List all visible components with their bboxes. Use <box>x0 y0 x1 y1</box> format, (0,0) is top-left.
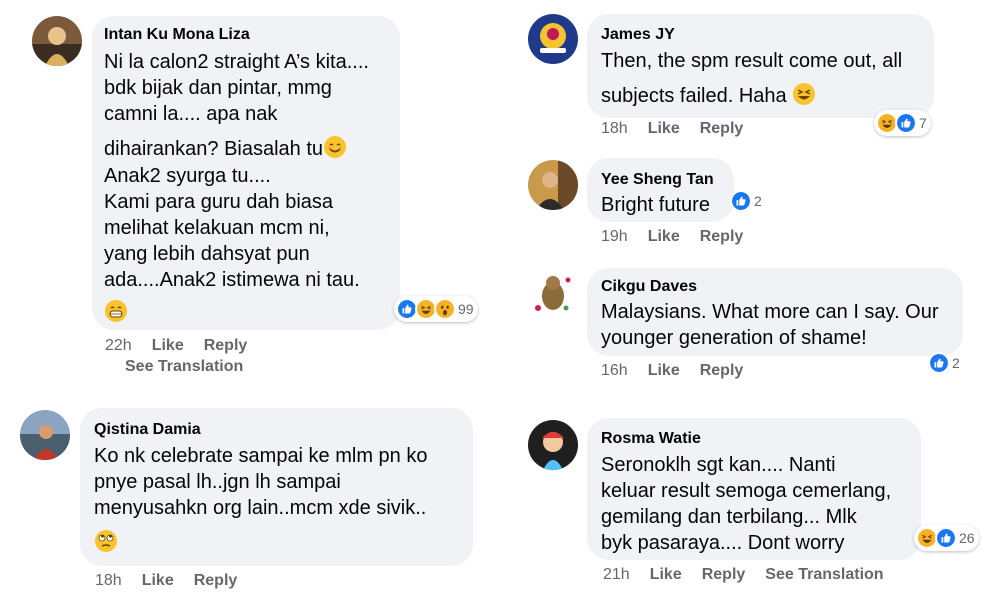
comment-line: Kami para guru dah biasa <box>104 191 334 213</box>
comment-line: Ko nk celebrate sampai ke mlm pn ko <box>94 445 428 467</box>
comment-line: Malaysians. What more can I say. Our <box>601 301 939 323</box>
comment-bubble: Qistina Damia Ko nk celebrate sampai ke … <box>80 408 473 566</box>
avatar[interactable] <box>528 420 578 470</box>
comment-text: Seronoklh sgt kan.... Nanti keluar resul… <box>601 452 891 556</box>
like-reaction-icon <box>895 112 917 134</box>
comment-line: younger generation of shame! <box>601 327 867 349</box>
reply-button[interactable]: Reply <box>194 572 238 589</box>
author-name[interactable]: Qistina Damia <box>94 421 201 439</box>
comment-line: keluar result semoga cemerlang, <box>601 480 892 502</box>
comment-line <box>104 299 369 325</box>
comment-line-text: dihairankan? Biasalah tu <box>104 138 324 160</box>
comment-line: Anak2 syurga tu.... <box>104 165 271 187</box>
like-button[interactable]: Like <box>648 362 680 379</box>
like-button[interactable]: Like <box>650 566 682 583</box>
comment-actions: 18h Like Reply <box>601 120 763 138</box>
author-name[interactable]: James JY <box>601 26 675 44</box>
smiling-face-icon <box>323 135 347 159</box>
reaction-summary[interactable]: 99 <box>394 296 478 322</box>
like-button[interactable]: Like <box>648 228 680 245</box>
comment-text: Malaysians. What more can I say. Our you… <box>601 299 939 351</box>
comment-actions: 18h Like Reply <box>95 572 257 590</box>
reply-button[interactable]: Reply <box>204 337 248 354</box>
laughing-face-icon <box>792 82 816 106</box>
avatar[interactable] <box>20 410 70 460</box>
reply-button[interactable]: Reply <box>700 228 744 245</box>
author-name[interactable]: Yee Sheng Tan <box>601 171 714 189</box>
reaction-count: 7 <box>919 115 927 131</box>
like-button[interactable]: Like <box>152 337 184 354</box>
avatar[interactable] <box>528 14 578 64</box>
timestamp[interactable]: 19h <box>601 228 628 245</box>
comment-line: yang lebih dahsyat pun <box>104 243 310 265</box>
timestamp[interactable]: 18h <box>95 572 122 589</box>
comment-line: Ni la calon2 straight A’s kita.... <box>104 51 369 73</box>
comment-line: Seronoklh sgt kan.... Nanti <box>601 454 836 476</box>
like-reaction-icon <box>928 352 950 374</box>
comment-bubble: Rosma Watie Seronoklh sgt kan.... Nanti … <box>587 418 921 560</box>
comment-bubble: Yee Sheng Tan Bright future <box>587 158 734 222</box>
reaction-summary[interactable]: 2 <box>926 350 964 376</box>
comment-line: Then, the spm result come out, all <box>601 50 903 72</box>
comment-line <box>94 529 428 555</box>
grinning-face-icon <box>104 299 128 323</box>
reaction-summary[interactable]: 2 <box>728 188 766 214</box>
rolling-eyes-icon <box>94 529 118 553</box>
comment-line: camni la.... apa nak <box>104 103 278 125</box>
like-reaction-icon <box>935 527 957 549</box>
comment-line: pnye pasal lh..jgn lh sampai <box>94 471 341 493</box>
reaction-count: 99 <box>458 301 474 317</box>
wow-reaction-icon <box>434 298 456 320</box>
comment-line: Bright future <box>601 194 710 216</box>
see-translation-link[interactable]: See Translation <box>765 566 883 583</box>
comment-text: Then, the spm result come out, all subje… <box>601 48 902 108</box>
comment-text: Ni la calon2 straight A’s kita.... bdk b… <box>104 49 369 325</box>
comment-bubble: James JY Then, the spm result come out, … <box>587 14 934 118</box>
reply-button[interactable]: Reply <box>700 362 744 379</box>
comment-actions: 16h Like Reply <box>601 362 763 380</box>
avatar[interactable] <box>32 16 82 66</box>
like-button[interactable]: Like <box>142 572 174 589</box>
timestamp[interactable]: 18h <box>601 120 628 137</box>
comment-bubble: Intan Ku Mona Liza Ni la calon2 straight… <box>92 16 400 330</box>
see-translation-link[interactable]: See Translation <box>125 358 243 376</box>
reaction-count: 2 <box>952 355 960 371</box>
comment-line: byk pasaraya.... Dont worry <box>601 532 845 554</box>
author-name[interactable]: Intan Ku Mona Liza <box>104 26 250 44</box>
comment-line-text: subjects failed. Haha <box>601 85 787 107</box>
reaction-summary[interactable]: 7 <box>874 110 931 136</box>
comment-text: Ko nk celebrate sampai ke mlm pn ko pnye… <box>94 443 428 555</box>
timestamp[interactable]: 16h <box>601 362 628 379</box>
comment-line: melihat kelakuan mcm ni, <box>104 217 330 239</box>
comment-line: dihairankan? Biasalah tu <box>104 135 369 161</box>
comment-actions: 21h Like Reply See Translation <box>603 566 904 584</box>
like-button[interactable]: Like <box>648 120 680 137</box>
reply-button[interactable]: Reply <box>702 566 746 583</box>
reply-button[interactable]: Reply <box>700 120 744 137</box>
comment-bubble: Cikgu Daves Malaysians. What more can I … <box>587 268 963 356</box>
comment-actions: 22h Like Reply <box>105 337 267 355</box>
avatar[interactable] <box>528 160 578 210</box>
comment-text: Bright future <box>601 192 710 218</box>
reaction-count: 26 <box>959 530 975 546</box>
comment-actions: 19h Like Reply <box>601 228 763 246</box>
timestamp[interactable]: 22h <box>105 337 132 354</box>
comment-line: gemilang dan terbilang... Mlk <box>601 506 857 528</box>
comment-line: ada....Anak2 istimewa ni tau. <box>104 269 360 291</box>
comment-line: bdk bijak dan pintar, mmg <box>104 77 332 99</box>
avatar[interactable] <box>528 268 578 318</box>
reaction-count: 2 <box>754 193 762 209</box>
comment-line: subjects failed. Haha <box>601 82 902 108</box>
timestamp[interactable]: 21h <box>603 566 630 583</box>
author-name[interactable]: Cikgu Daves <box>601 278 697 296</box>
like-reaction-icon <box>730 190 752 212</box>
author-name[interactable]: Rosma Watie <box>601 430 701 448</box>
reaction-summary[interactable]: 26 <box>914 525 979 551</box>
comment-line: menyusahkn org lain..mcm xde sivik.. <box>94 497 427 519</box>
